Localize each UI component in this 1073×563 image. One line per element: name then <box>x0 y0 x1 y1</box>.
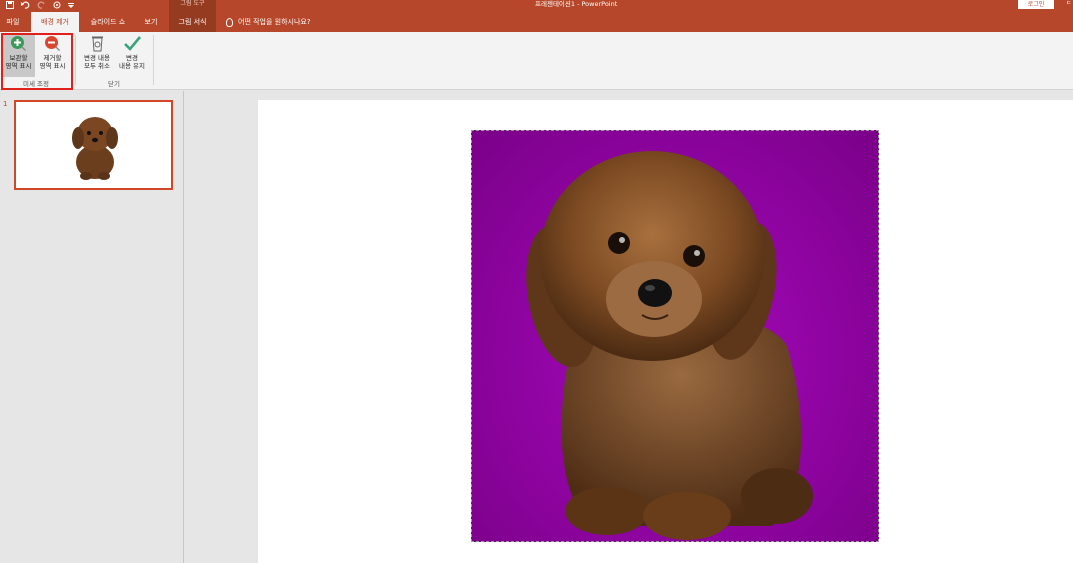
keep-changes-button[interactable]: 변경 내용 유지 <box>114 35 150 77</box>
annotation-highlight-box <box>1 33 73 90</box>
discard-label-1: 변경 내용 <box>84 54 110 62</box>
ribbon-tabs: 파일 배경 제거 슬라이드 쇼 보기 그림 서식 어떤 작업을 원하시나요? <box>0 12 1073 32</box>
undo-icon[interactable] <box>21 1 30 12</box>
lightbulb-icon <box>226 17 233 27</box>
slide-thumbnail[interactable] <box>14 100 173 190</box>
tell-me-text: 어떤 작업을 원하시나요? <box>238 18 311 26</box>
recycle-bin-icon <box>89 35 106 52</box>
quick-access-toolbar <box>6 0 74 12</box>
tab-file[interactable]: 파일 <box>0 12 26 32</box>
checkmark-icon <box>123 35 141 52</box>
tab-view[interactable]: 보기 <box>137 12 165 32</box>
puppy-illustration <box>526 151 813 540</box>
tell-me-box[interactable]: 어떤 작업을 원하시나요? <box>226 12 311 32</box>
powerpoint-window: 그림 도구 프레젠테이션1 - PowerPoint 로그인 ㄷ 파일 배경 제… <box>0 0 1073 563</box>
ribbon: 보관할 영역 표시 제거할 영역 표시 미세 조정 변경 내용 모두 취소 변경… <box>0 32 1073 90</box>
login-button[interactable]: 로그인 <box>1018 0 1054 9</box>
keep-changes-label-2: 내용 유지 <box>119 62 145 70</box>
discard-label-2: 모두 취소 <box>84 62 110 70</box>
slide-editing-area <box>185 91 1073 563</box>
tab-slideshow[interactable]: 슬라이드 쇼 <box>82 12 134 32</box>
discard-all-changes-button[interactable]: 변경 내용 모두 취소 <box>79 35 115 77</box>
puppy-picture[interactable] <box>471 130 879 542</box>
document-title: 프레젠테이션1 - PowerPoint <box>535 0 618 8</box>
slide-number: 1 <box>3 100 8 108</box>
slide-canvas[interactable] <box>258 100 1073 563</box>
touch-mode-icon[interactable] <box>53 1 61 12</box>
save-icon[interactable] <box>6 0 14 12</box>
window-control-partial[interactable]: ㄷ <box>1066 0 1072 8</box>
thumbnail-dog-image <box>72 117 118 180</box>
picture-tools-context-header: 그림 도구 <box>169 0 216 12</box>
title-bar: 그림 도구 프레젠테이션1 - PowerPoint 로그인 ㄷ <box>0 0 1073 12</box>
close-group-label: 닫기 <box>108 80 120 88</box>
redo-icon[interactable] <box>37 1 46 12</box>
customize-qat-icon[interactable] <box>68 1 74 12</box>
group-divider <box>75 35 76 85</box>
tab-picture-format[interactable]: 그림 서식 <box>169 12 216 32</box>
tab-background-removal[interactable]: 배경 제거 <box>31 12 79 32</box>
keep-changes-label-1: 변경 <box>126 54 138 62</box>
group-divider <box>153 35 154 85</box>
slide-thumbnail-pane: 1 <box>0 91 184 563</box>
